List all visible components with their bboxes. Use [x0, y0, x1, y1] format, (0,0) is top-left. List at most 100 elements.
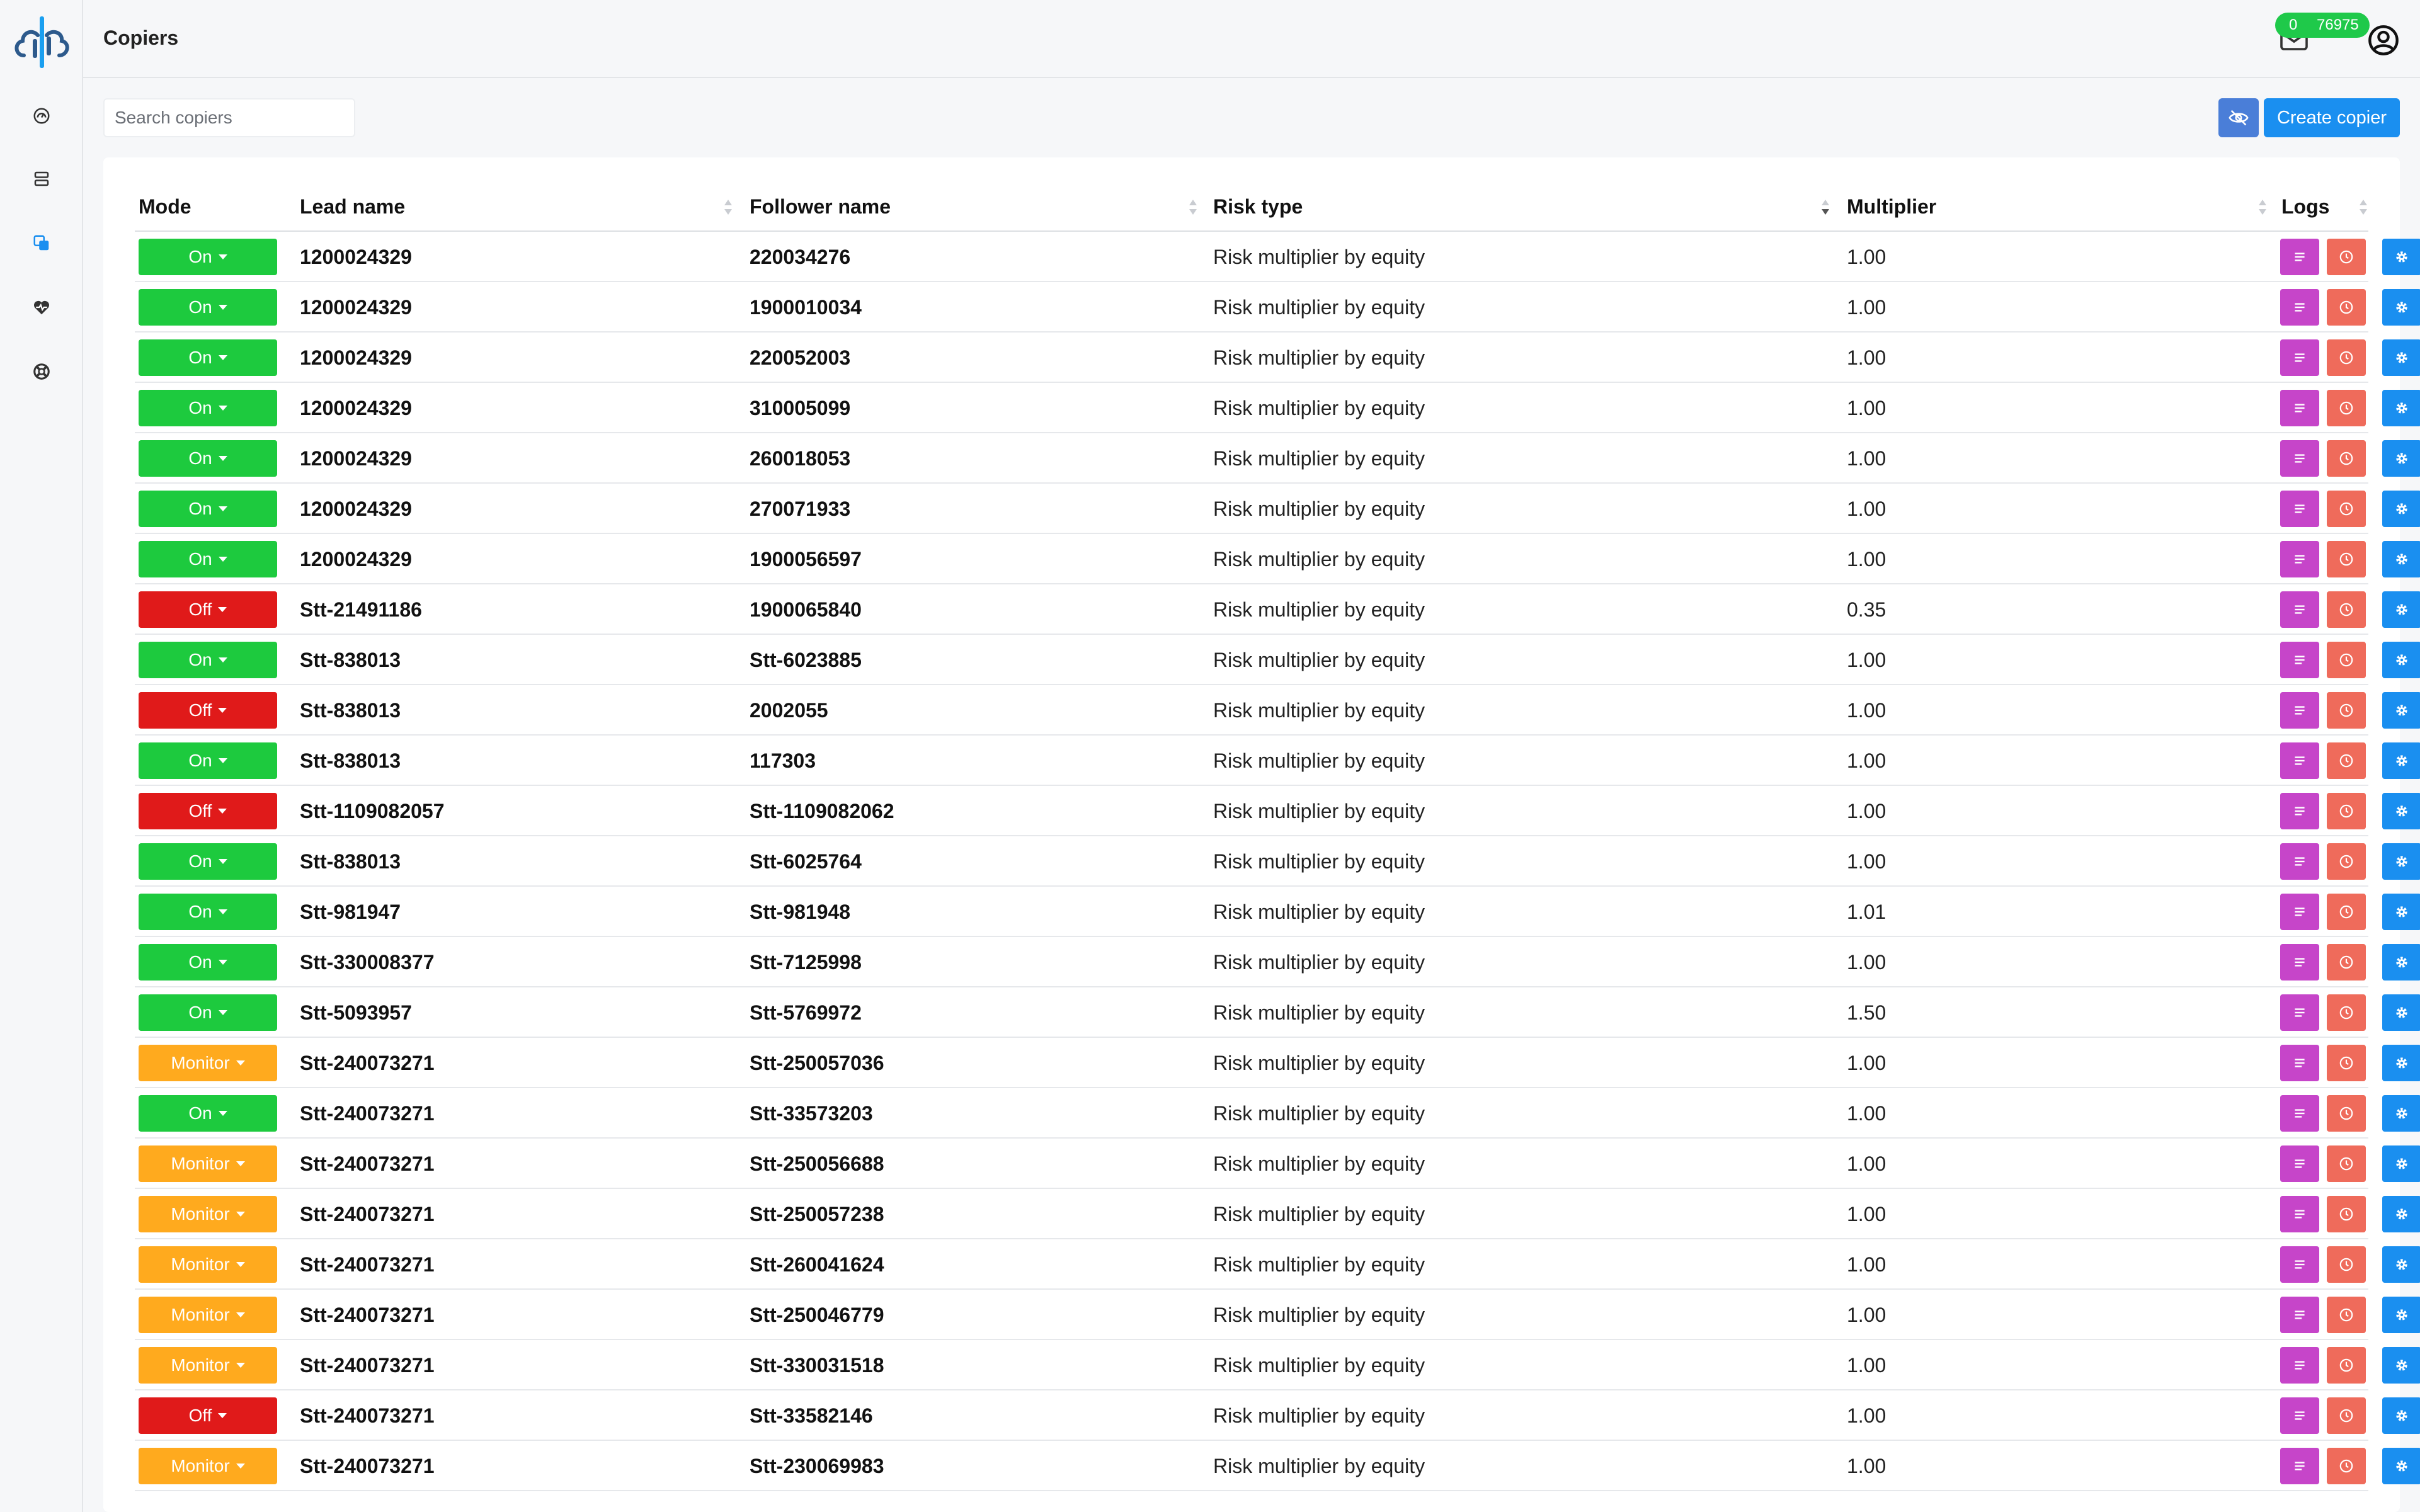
history-button[interactable] — [2327, 1246, 2366, 1283]
settings-button[interactable] — [2382, 692, 2420, 729]
settings-button[interactable] — [2382, 742, 2420, 779]
sort-lead-icon[interactable] — [723, 198, 733, 217]
view-logs-button[interactable] — [2280, 440, 2319, 477]
view-logs-button[interactable] — [2280, 994, 2319, 1031]
view-logs-button[interactable] — [2280, 1448, 2319, 1484]
col-multiplier[interactable]: Multiplier — [1847, 195, 1936, 219]
settings-button[interactable] — [2382, 289, 2420, 326]
view-logs-button[interactable] — [2280, 642, 2319, 678]
settings-button[interactable] — [2382, 894, 2420, 930]
settings-button[interactable] — [2382, 541, 2420, 577]
settings-button[interactable] — [2382, 440, 2420, 477]
settings-button[interactable] — [2382, 339, 2420, 376]
mode-dropdown-button[interactable]: Off — [139, 692, 277, 729]
view-logs-button[interactable] — [2280, 1246, 2319, 1283]
history-button[interactable] — [2327, 1297, 2366, 1333]
view-logs-button[interactable] — [2280, 591, 2319, 628]
view-logs-button[interactable] — [2280, 944, 2319, 981]
history-button[interactable] — [2327, 843, 2366, 880]
settings-button[interactable] — [2382, 1045, 2420, 1081]
view-logs-button[interactable] — [2280, 1196, 2319, 1232]
mode-dropdown-button[interactable]: Monitor — [139, 1347, 277, 1384]
search-input[interactable] — [103, 98, 355, 137]
mode-dropdown-button[interactable]: Monitor — [139, 1196, 277, 1232]
mode-dropdown-button[interactable]: On — [139, 491, 277, 527]
mode-dropdown-button[interactable]: On — [139, 994, 277, 1031]
history-button[interactable] — [2327, 1397, 2366, 1434]
view-logs-button[interactable] — [2280, 1297, 2319, 1333]
history-button[interactable] — [2327, 239, 2366, 275]
view-logs-button[interactable] — [2280, 843, 2319, 880]
sort-risk-icon[interactable] — [1820, 198, 1830, 217]
view-logs-button[interactable] — [2280, 1347, 2319, 1384]
mode-dropdown-button[interactable]: On — [139, 541, 277, 577]
mode-dropdown-button[interactable]: On — [139, 742, 277, 779]
mode-dropdown-button[interactable]: On — [139, 894, 277, 930]
view-logs-button[interactable] — [2280, 289, 2319, 326]
sort-multiplier-icon[interactable] — [2257, 198, 2268, 217]
mode-dropdown-button[interactable]: On — [139, 1095, 277, 1132]
mode-dropdown-button[interactable]: Monitor — [139, 1448, 277, 1484]
view-logs-button[interactable] — [2280, 1095, 2319, 1132]
view-logs-button[interactable] — [2280, 692, 2319, 729]
history-button[interactable] — [2327, 894, 2366, 930]
col-lead-name[interactable]: Lead name — [300, 195, 405, 219]
mode-dropdown-button[interactable]: On — [139, 289, 277, 326]
history-button[interactable] — [2327, 1145, 2366, 1182]
mode-dropdown-button[interactable]: On — [139, 944, 277, 981]
settings-button[interactable] — [2382, 793, 2420, 829]
history-button[interactable] — [2327, 742, 2366, 779]
sort-follower-icon[interactable] — [1188, 198, 1198, 217]
nav-support-icon[interactable] — [28, 358, 55, 385]
history-button[interactable] — [2327, 440, 2366, 477]
col-risk-type[interactable]: Risk type — [1213, 195, 1303, 219]
settings-button[interactable] — [2382, 1246, 2420, 1283]
history-button[interactable] — [2327, 591, 2366, 628]
user-avatar-icon[interactable] — [2367, 24, 2400, 57]
settings-button[interactable] — [2382, 1196, 2420, 1232]
settings-button[interactable] — [2382, 994, 2420, 1031]
settings-button[interactable] — [2382, 1095, 2420, 1132]
history-button[interactable] — [2327, 1347, 2366, 1384]
settings-button[interactable] — [2382, 1448, 2420, 1484]
view-logs-button[interactable] — [2280, 1145, 2319, 1182]
mode-dropdown-button[interactable]: Off — [139, 591, 277, 628]
view-logs-button[interactable] — [2280, 339, 2319, 376]
settings-button[interactable] — [2382, 944, 2420, 981]
nav-dashboard-icon[interactable] — [28, 102, 55, 130]
settings-button[interactable] — [2382, 1397, 2420, 1434]
history-button[interactable] — [2327, 289, 2366, 326]
history-button[interactable] — [2327, 491, 2366, 527]
sort-logs-icon[interactable] — [2358, 198, 2368, 217]
toggle-visibility-button[interactable] — [2218, 98, 2259, 137]
mode-dropdown-button[interactable]: On — [139, 339, 277, 376]
nav-copiers-icon[interactable] — [28, 229, 55, 257]
mode-dropdown-button[interactable]: Monitor — [139, 1246, 277, 1283]
history-button[interactable] — [2327, 1196, 2366, 1232]
settings-button[interactable] — [2382, 642, 2420, 678]
view-logs-button[interactable] — [2280, 541, 2319, 577]
history-button[interactable] — [2327, 793, 2366, 829]
view-logs-button[interactable] — [2280, 894, 2319, 930]
settings-button[interactable] — [2382, 491, 2420, 527]
settings-button[interactable] — [2382, 1347, 2420, 1384]
history-button[interactable] — [2327, 944, 2366, 981]
view-logs-button[interactable] — [2280, 742, 2319, 779]
history-button[interactable] — [2327, 1045, 2366, 1081]
history-button[interactable] — [2327, 642, 2366, 678]
mode-dropdown-button[interactable]: Monitor — [139, 1145, 277, 1182]
settings-button[interactable] — [2382, 843, 2420, 880]
nav-servers-icon[interactable] — [28, 165, 55, 193]
view-logs-button[interactable] — [2280, 239, 2319, 275]
view-logs-button[interactable] — [2280, 1045, 2319, 1081]
settings-button[interactable] — [2382, 239, 2420, 275]
mode-dropdown-button[interactable]: On — [139, 390, 277, 426]
view-logs-button[interactable] — [2280, 390, 2319, 426]
history-button[interactable] — [2327, 1448, 2366, 1484]
view-logs-button[interactable] — [2280, 491, 2319, 527]
mode-dropdown-button[interactable]: On — [139, 239, 277, 275]
history-button[interactable] — [2327, 339, 2366, 376]
settings-button[interactable] — [2382, 591, 2420, 628]
mode-dropdown-button[interactable]: Monitor — [139, 1045, 277, 1081]
view-logs-button[interactable] — [2280, 793, 2319, 829]
